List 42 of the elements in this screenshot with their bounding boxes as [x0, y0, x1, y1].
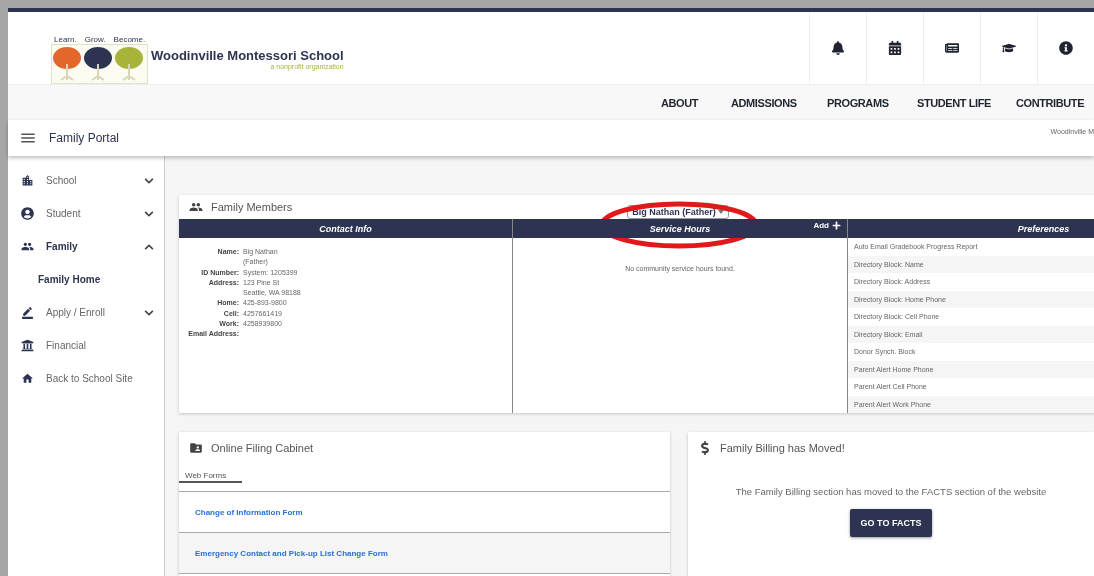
sidebar-item[interactable]: Student: [21, 207, 144, 220]
column-header: Preferences: [847, 219, 1094, 238]
card-title: Family Members: [189, 200, 293, 214]
card-title: Online Filing Cabinet: [189, 440, 314, 455]
add-button[interactable]: Add: [813, 221, 841, 230]
portal-title: Family Portal: [49, 131, 119, 145]
billing-message: The Family Billing section has moved to the FACTS section of the website: [735, 486, 1047, 497]
form-link[interactable]: Emergency Contact and Pick-up List Change Form: [195, 548, 388, 558]
sidebar-item[interactable]: School: [21, 174, 144, 187]
chevron-icon[interactable]: [144, 307, 154, 318]
nav-link[interactable]: ADMISSIONS: [731, 96, 827, 109]
tab[interactable]: Web Forms: [179, 469, 243, 483]
nav-link[interactable]: STUDENT LIFE: [917, 96, 1016, 109]
sidebar-item[interactable]: Apply / Enroll: [21, 306, 144, 319]
caret-icon: [717, 209, 724, 214]
sidebar-item[interactable]: Financial: [21, 339, 154, 352]
home-icon: [21, 372, 34, 385]
nav-link[interactable]: CONTRIBUTE: [1016, 96, 1090, 109]
chevron-icon[interactable]: [144, 175, 154, 186]
people-icon: [189, 200, 203, 214]
logo-tagline: Learn.: [54, 35, 77, 44]
people-icon: [21, 240, 34, 253]
column-header: Service Hours Add: [512, 219, 847, 238]
column-header: Contact Info: [179, 219, 512, 238]
form-link[interactable]: Change of Information Form: [195, 507, 303, 517]
nav-link[interactable]: PROGRAMS: [827, 96, 917, 109]
sidebar-subitem[interactable]: Family Home: [8, 263, 164, 296]
sidebar-item[interactable]: Family: [21, 240, 144, 253]
pen-icon: [21, 306, 34, 319]
sidebar-item[interactable]: Back to School Site: [21, 372, 154, 385]
card-title: Family Billing has Moved!: [698, 440, 845, 455]
dollar-icon: [698, 440, 712, 455]
logo-tagline: Grow.: [84, 35, 106, 44]
building-icon: [21, 174, 34, 187]
nav-link[interactable]: ABOUT: [661, 96, 731, 109]
folder-icon: [189, 440, 203, 455]
chevron-icon[interactable]: [144, 208, 154, 219]
go-to-facts-button[interactable]: GO TO FACTS: [849, 509, 933, 537]
logo-tagline: Become.: [113, 35, 146, 44]
bank-icon: [21, 339, 34, 352]
plus-icon: [832, 221, 841, 230]
school-name: Woodinville Montessori School: [151, 48, 344, 63]
